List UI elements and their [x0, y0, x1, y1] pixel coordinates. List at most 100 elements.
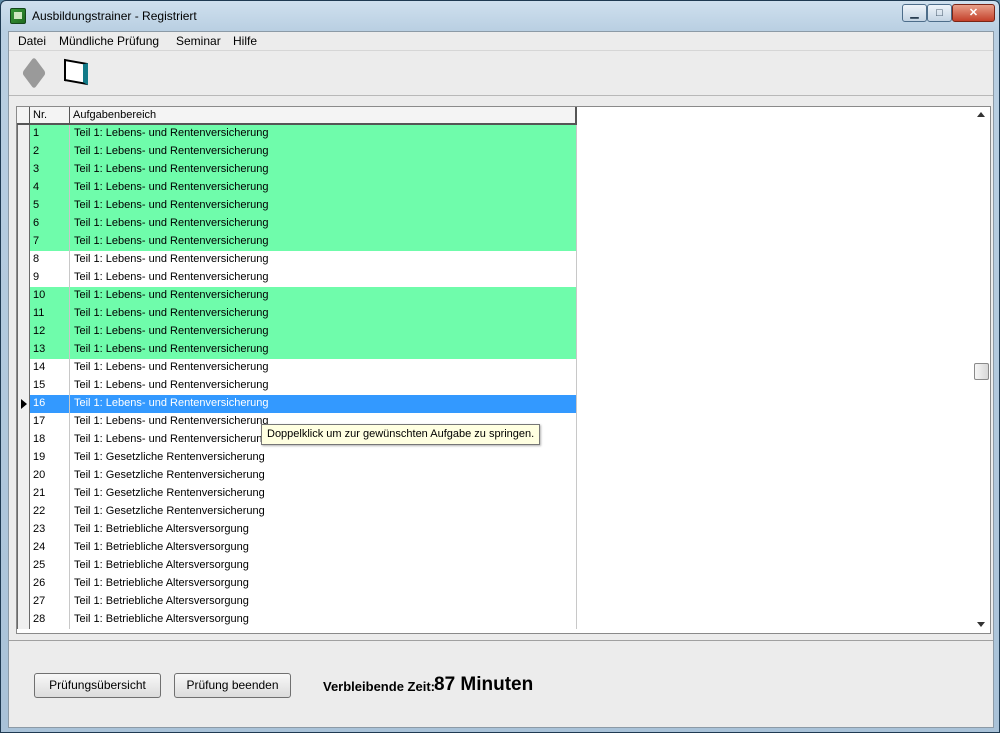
row-aufgabenbereich[interactable]: Teil 1: Lebens- und Rentenversicherung — [70, 215, 577, 233]
row-indicator[interactable] — [17, 269, 30, 287]
row-aufgabenbereich[interactable]: Teil 1: Lebens- und Rentenversicherung — [70, 269, 577, 287]
table-row[interactable]: 19 Teil 1: Gesetzliche Rentenversicherung — [17, 449, 577, 467]
row-indicator[interactable] — [17, 431, 30, 449]
row-indicator[interactable] — [17, 305, 30, 323]
row-aufgabenbereich[interactable]: Teil 1: Lebens- und Rentenversicherung — [70, 305, 577, 323]
table-row[interactable]: 3 Teil 1: Lebens- und Rentenversicherung — [17, 161, 577, 179]
row-indicator[interactable] — [17, 413, 30, 431]
row-aufgabenbereich[interactable]: Teil 1: Lebens- und Rentenversicherung — [70, 197, 577, 215]
row-aufgabenbereich[interactable]: Teil 1: Lebens- und Rentenversicherung — [70, 179, 577, 197]
row-nr[interactable]: 16 — [30, 395, 70, 413]
title-bar[interactable]: Ausbildungstrainer - Registriert ▁ □ ✕ — [1, 1, 999, 31]
row-indicator[interactable] — [17, 485, 30, 503]
row-indicator[interactable] — [17, 611, 30, 629]
menu-seminar[interactable]: Seminar — [176, 34, 221, 48]
row-aufgabenbereich[interactable]: Teil 1: Lebens- und Rentenversicherung — [70, 161, 577, 179]
table-row[interactable]: 16 Teil 1: Lebens- und Rentenversicherung — [17, 395, 577, 413]
row-nr[interactable]: 4 — [30, 179, 70, 197]
row-nr[interactable]: 18 — [30, 431, 70, 449]
table-row[interactable]: 23 Teil 1: Betriebliche Altersversorgung — [17, 521, 577, 539]
row-indicator[interactable] — [17, 377, 30, 395]
row-nr[interactable]: 2 — [30, 143, 70, 161]
table-row[interactable]: 1 Teil 1: Lebens- und Rentenversicherung — [17, 125, 577, 143]
row-indicator[interactable] — [17, 161, 30, 179]
row-aufgabenbereich[interactable]: Teil 1: Lebens- und Rentenversicherung — [70, 323, 577, 341]
row-nr[interactable]: 8 — [30, 251, 70, 269]
row-indicator[interactable] — [17, 125, 30, 143]
row-nr[interactable]: 17 — [30, 413, 70, 431]
table-row[interactable]: 15 Teil 1: Lebens- und Rentenversicherung — [17, 377, 577, 395]
table-row[interactable]: 14 Teil 1: Lebens- und Rentenversicherung — [17, 359, 577, 377]
open-book-icon[interactable] — [61, 58, 93, 88]
table-row[interactable]: 25 Teil 1: Betriebliche Altersversorgung — [17, 557, 577, 575]
row-aufgabenbereich[interactable]: Teil 1: Lebens- und Rentenversicherung — [70, 233, 577, 251]
row-nr[interactable]: 23 — [30, 521, 70, 539]
row-indicator[interactable] — [17, 251, 30, 269]
row-aufgabenbereich[interactable]: Teil 1: Betriebliche Altersversorgung — [70, 611, 577, 629]
row-indicator[interactable] — [17, 539, 30, 557]
row-aufgabenbereich[interactable]: Teil 1: Lebens- und Rentenversicherung — [70, 341, 577, 359]
row-aufgabenbereich[interactable]: Teil 1: Gesetzliche Rentenversicherung — [70, 485, 577, 503]
table-row[interactable]: 2 Teil 1: Lebens- und Rentenversicherung — [17, 143, 577, 161]
table-row[interactable]: 11 Teil 1: Lebens- und Rentenversicherung — [17, 305, 577, 323]
row-indicator[interactable] — [17, 449, 30, 467]
close-button[interactable]: ✕ — [952, 4, 995, 22]
row-aufgabenbereich[interactable]: Teil 1: Betriebliche Altersversorgung — [70, 539, 577, 557]
row-aufgabenbereich[interactable]: Teil 1: Gesetzliche Rentenversicherung — [70, 449, 577, 467]
row-indicator[interactable] — [17, 593, 30, 611]
row-indicator[interactable] — [17, 521, 30, 539]
row-nr[interactable]: 22 — [30, 503, 70, 521]
row-indicator[interactable] — [17, 557, 30, 575]
table-row[interactable]: 13 Teil 1: Lebens- und Rentenversicherung — [17, 341, 577, 359]
row-nr[interactable]: 21 — [30, 485, 70, 503]
row-nr[interactable]: 5 — [30, 197, 70, 215]
row-nr[interactable]: 20 — [30, 467, 70, 485]
minimize-button[interactable]: ▁ — [902, 4, 927, 22]
row-nr[interactable]: 13 — [30, 341, 70, 359]
scroll-down-icon[interactable] — [977, 622, 985, 627]
header-aufgabenbereich[interactable]: Aufgabenbereich — [70, 107, 577, 125]
row-indicator[interactable] — [17, 179, 30, 197]
row-nr[interactable]: 19 — [30, 449, 70, 467]
row-indicator[interactable] — [17, 359, 30, 377]
row-aufgabenbereich[interactable]: Teil 1: Lebens- und Rentenversicherung — [70, 359, 577, 377]
table-row[interactable]: 9 Teil 1: Lebens- und Rentenversicherung — [17, 269, 577, 287]
row-aufgabenbereich[interactable]: Teil 1: Lebens- und Rentenversicherung — [70, 287, 577, 305]
row-aufgabenbereich[interactable]: Teil 1: Betriebliche Altersversorgung — [70, 575, 577, 593]
row-aufgabenbereich[interactable]: Teil 1: Lebens- und Rentenversicherung — [70, 377, 577, 395]
menu-datei[interactable]: Datei — [18, 34, 46, 48]
row-indicator[interactable] — [17, 467, 30, 485]
menu-hilfe[interactable]: Hilfe — [233, 34, 257, 48]
table-row[interactable]: 27 Teil 1: Betriebliche Altersversorgung — [17, 593, 577, 611]
table-row[interactable]: 6 Teil 1: Lebens- und Rentenversicherung — [17, 215, 577, 233]
row-aufgabenbereich[interactable]: Teil 1: Lebens- und Rentenversicherung — [70, 125, 577, 143]
row-aufgabenbereich[interactable]: Teil 1: Gesetzliche Rentenversicherung — [70, 503, 577, 521]
row-nr[interactable]: 6 — [30, 215, 70, 233]
row-aufgabenbereich[interactable]: Teil 1: Lebens- und Rentenversicherung — [70, 143, 577, 161]
row-aufgabenbereich[interactable]: Teil 1: Gesetzliche Rentenversicherung — [70, 467, 577, 485]
row-nr[interactable]: 9 — [30, 269, 70, 287]
row-nr[interactable]: 15 — [30, 377, 70, 395]
row-nr[interactable]: 1 — [30, 125, 70, 143]
table-row[interactable]: 26 Teil 1: Betriebliche Altersversorgung — [17, 575, 577, 593]
row-nr[interactable]: 27 — [30, 593, 70, 611]
task-grid[interactable]: Nr. Aufgabenbereich 1 Teil 1: Lebens- und… — [16, 106, 991, 634]
row-indicator[interactable] — [17, 341, 30, 359]
table-row[interactable]: 20 Teil 1: Gesetzliche Rentenversicherung — [17, 467, 577, 485]
row-aufgabenbereich[interactable]: Teil 1: Betriebliche Altersversorgung — [70, 557, 577, 575]
row-indicator[interactable] — [17, 323, 30, 341]
row-indicator[interactable] — [17, 503, 30, 521]
row-aufgabenbereich[interactable]: Teil 1: Betriebliche Altersversorgung — [70, 521, 577, 539]
vertical-scrollbar[interactable] — [973, 107, 990, 633]
row-aufgabenbereich[interactable]: Teil 1: Lebens- und Rentenversicherung — [70, 251, 577, 269]
table-row[interactable]: 12 Teil 1: Lebens- und Rentenversicherung — [17, 323, 577, 341]
row-nr[interactable]: 14 — [30, 359, 70, 377]
table-row[interactable]: 22 Teil 1: Gesetzliche Rentenversicherung — [17, 503, 577, 521]
menu-muendliche-pruefung[interactable]: Mündliche Prüfung — [59, 34, 159, 48]
pruefung-beenden-button[interactable]: Prüfung beenden — [174, 673, 291, 698]
table-row[interactable]: 8 Teil 1: Lebens- und Rentenversicherung — [17, 251, 577, 269]
row-aufgabenbereich[interactable]: Teil 1: Betriebliche Altersversorgung — [70, 593, 577, 611]
row-nr[interactable]: 3 — [30, 161, 70, 179]
row-nr[interactable]: 10 — [30, 287, 70, 305]
table-row[interactable]: 10 Teil 1: Lebens- und Rentenversicherung — [17, 287, 577, 305]
